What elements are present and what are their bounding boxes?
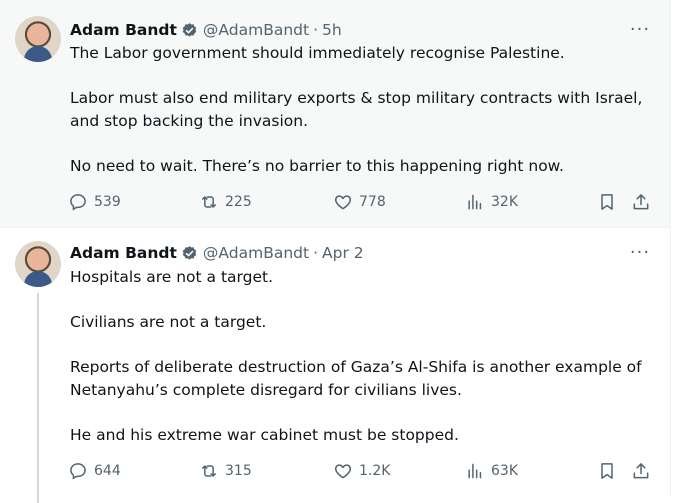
view-count: 32K [491, 194, 518, 210]
timestamp[interactable]: Apr 2 [322, 244, 364, 262]
tweet-paragraph: No need to wait. There’s no barrier to t… [70, 156, 564, 175]
more-icon[interactable]: ··· [630, 19, 650, 40]
views-button[interactable]: 32K [465, 189, 518, 215]
reply-icon [70, 463, 86, 480]
thread-line [37, 293, 39, 503]
timeline: Adam Bandt @AdamBandt · 5h ··· The Labor… [0, 0, 687, 503]
tweet[interactable]: Adam Bandt @AdamBandt · 5h ··· The Labor… [0, 0, 670, 228]
tweet-paragraph: Civilians are not a target. [70, 313, 267, 331]
share-button[interactable] [631, 458, 651, 484]
share-icon [633, 463, 649, 479]
reply-button[interactable]: 539 [68, 189, 121, 215]
avatar[interactable] [15, 241, 61, 287]
repost-button[interactable]: 225 [199, 189, 252, 215]
like-count: 1.2K [359, 463, 391, 479]
tweet-paragraph: He and his extreme war cabinet must be s… [70, 425, 459, 444]
tweet-paragraph: The Labor government should immediately … [70, 44, 565, 62]
like-icon [334, 464, 352, 479]
tweet-header: Adam Bandt @AdamBandt · Apr 2 [70, 242, 364, 264]
share-button[interactable] [631, 189, 651, 215]
share-icon [633, 194, 649, 210]
views-button[interactable]: 63K [465, 458, 518, 484]
verified-badge-icon [182, 245, 197, 260]
tweet-paragraph: Labor must also end military exports & s… [70, 89, 643, 130]
views-icon [468, 194, 482, 210]
verified-badge-icon [182, 22, 197, 37]
author-name[interactable]: Adam Bandt [70, 244, 177, 262]
action-bar: 539 225 778 32K [66, 189, 658, 215]
reply-count: 539 [94, 194, 121, 210]
repost-count: 225 [225, 194, 252, 210]
reply-button[interactable]: 644 [68, 458, 121, 484]
timestamp[interactable]: 5h [322, 21, 342, 39]
repost-button[interactable]: 315 [199, 458, 252, 484]
tweet[interactable]: Adam Bandt @AdamBandt · Apr 2 ··· Hospit… [0, 229, 670, 503]
author-handle[interactable]: @AdamBandt [203, 244, 309, 262]
bookmark-button[interactable] [597, 458, 617, 484]
reply-icon [70, 194, 86, 211]
like-icon [334, 195, 352, 210]
tweet-header: Adam Bandt @AdamBandt · 5h [70, 19, 342, 41]
bookmark-icon [601, 463, 613, 479]
tweet-paragraph: Hospitals are not a target. [70, 268, 274, 286]
tweet-paragraph: Reports of deliberate destruction of Gaz… [70, 358, 642, 399]
avatar[interactable] [15, 16, 61, 62]
repost-icon [202, 465, 216, 477]
like-button[interactable]: 778 [333, 189, 386, 215]
view-count: 63K [491, 463, 518, 479]
action-bar: 644 315 1.2K 63K [66, 458, 658, 484]
author-name[interactable]: Adam Bandt [70, 21, 177, 39]
repost-count: 315 [225, 463, 252, 479]
views-icon [468, 463, 482, 479]
separator: · [313, 244, 318, 262]
column-divider [670, 0, 671, 498]
separator: · [313, 21, 318, 39]
more-icon[interactable]: ··· [630, 242, 650, 263]
like-button[interactable]: 1.2K [333, 458, 390, 484]
bookmark-button[interactable] [597, 189, 617, 215]
like-count: 778 [359, 194, 386, 210]
tweet-text: Hospitals are not a target. Civilians ar… [70, 266, 650, 446]
bookmark-icon [601, 194, 613, 210]
author-handle[interactable]: @AdamBandt [203, 21, 309, 39]
tweet-text: The Labor government should immediately … [70, 42, 650, 177]
reply-count: 644 [94, 463, 121, 479]
repost-icon [202, 196, 216, 208]
